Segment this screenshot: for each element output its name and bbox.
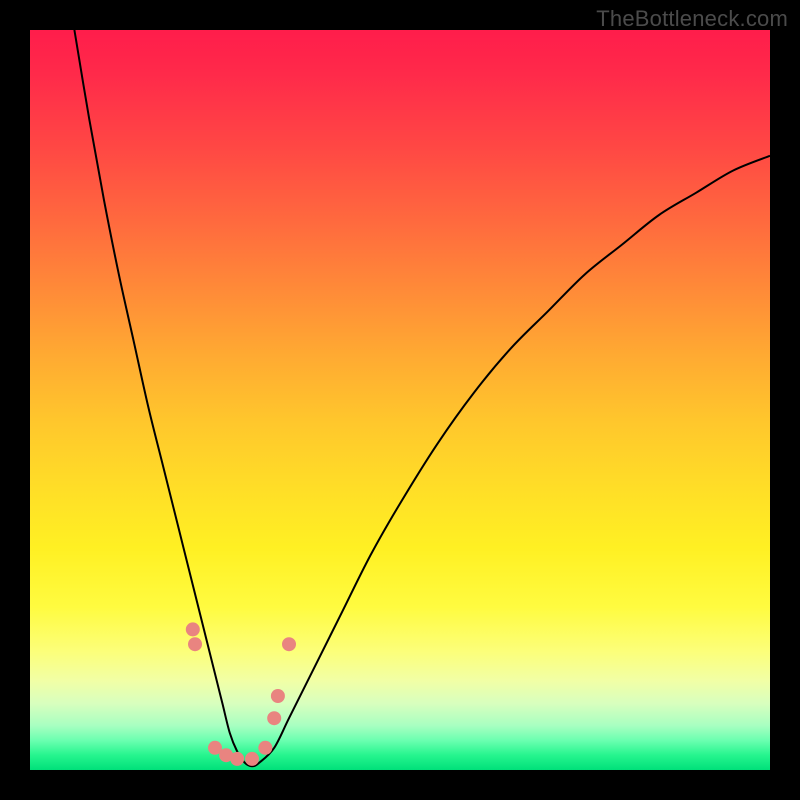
data-marker (245, 752, 259, 766)
watermark-text: TheBottleneck.com (596, 6, 788, 32)
data-marker (186, 622, 200, 636)
curve-layer (30, 30, 770, 770)
data-marker (271, 689, 285, 703)
chart-frame: TheBottleneck.com (0, 0, 800, 800)
bottleneck-curve (74, 30, 770, 766)
data-marker (282, 637, 296, 651)
plot-area (30, 30, 770, 770)
data-marker (258, 741, 272, 755)
data-marker (230, 752, 244, 766)
marker-group (186, 622, 296, 766)
data-marker (267, 711, 281, 725)
data-marker (188, 637, 202, 651)
